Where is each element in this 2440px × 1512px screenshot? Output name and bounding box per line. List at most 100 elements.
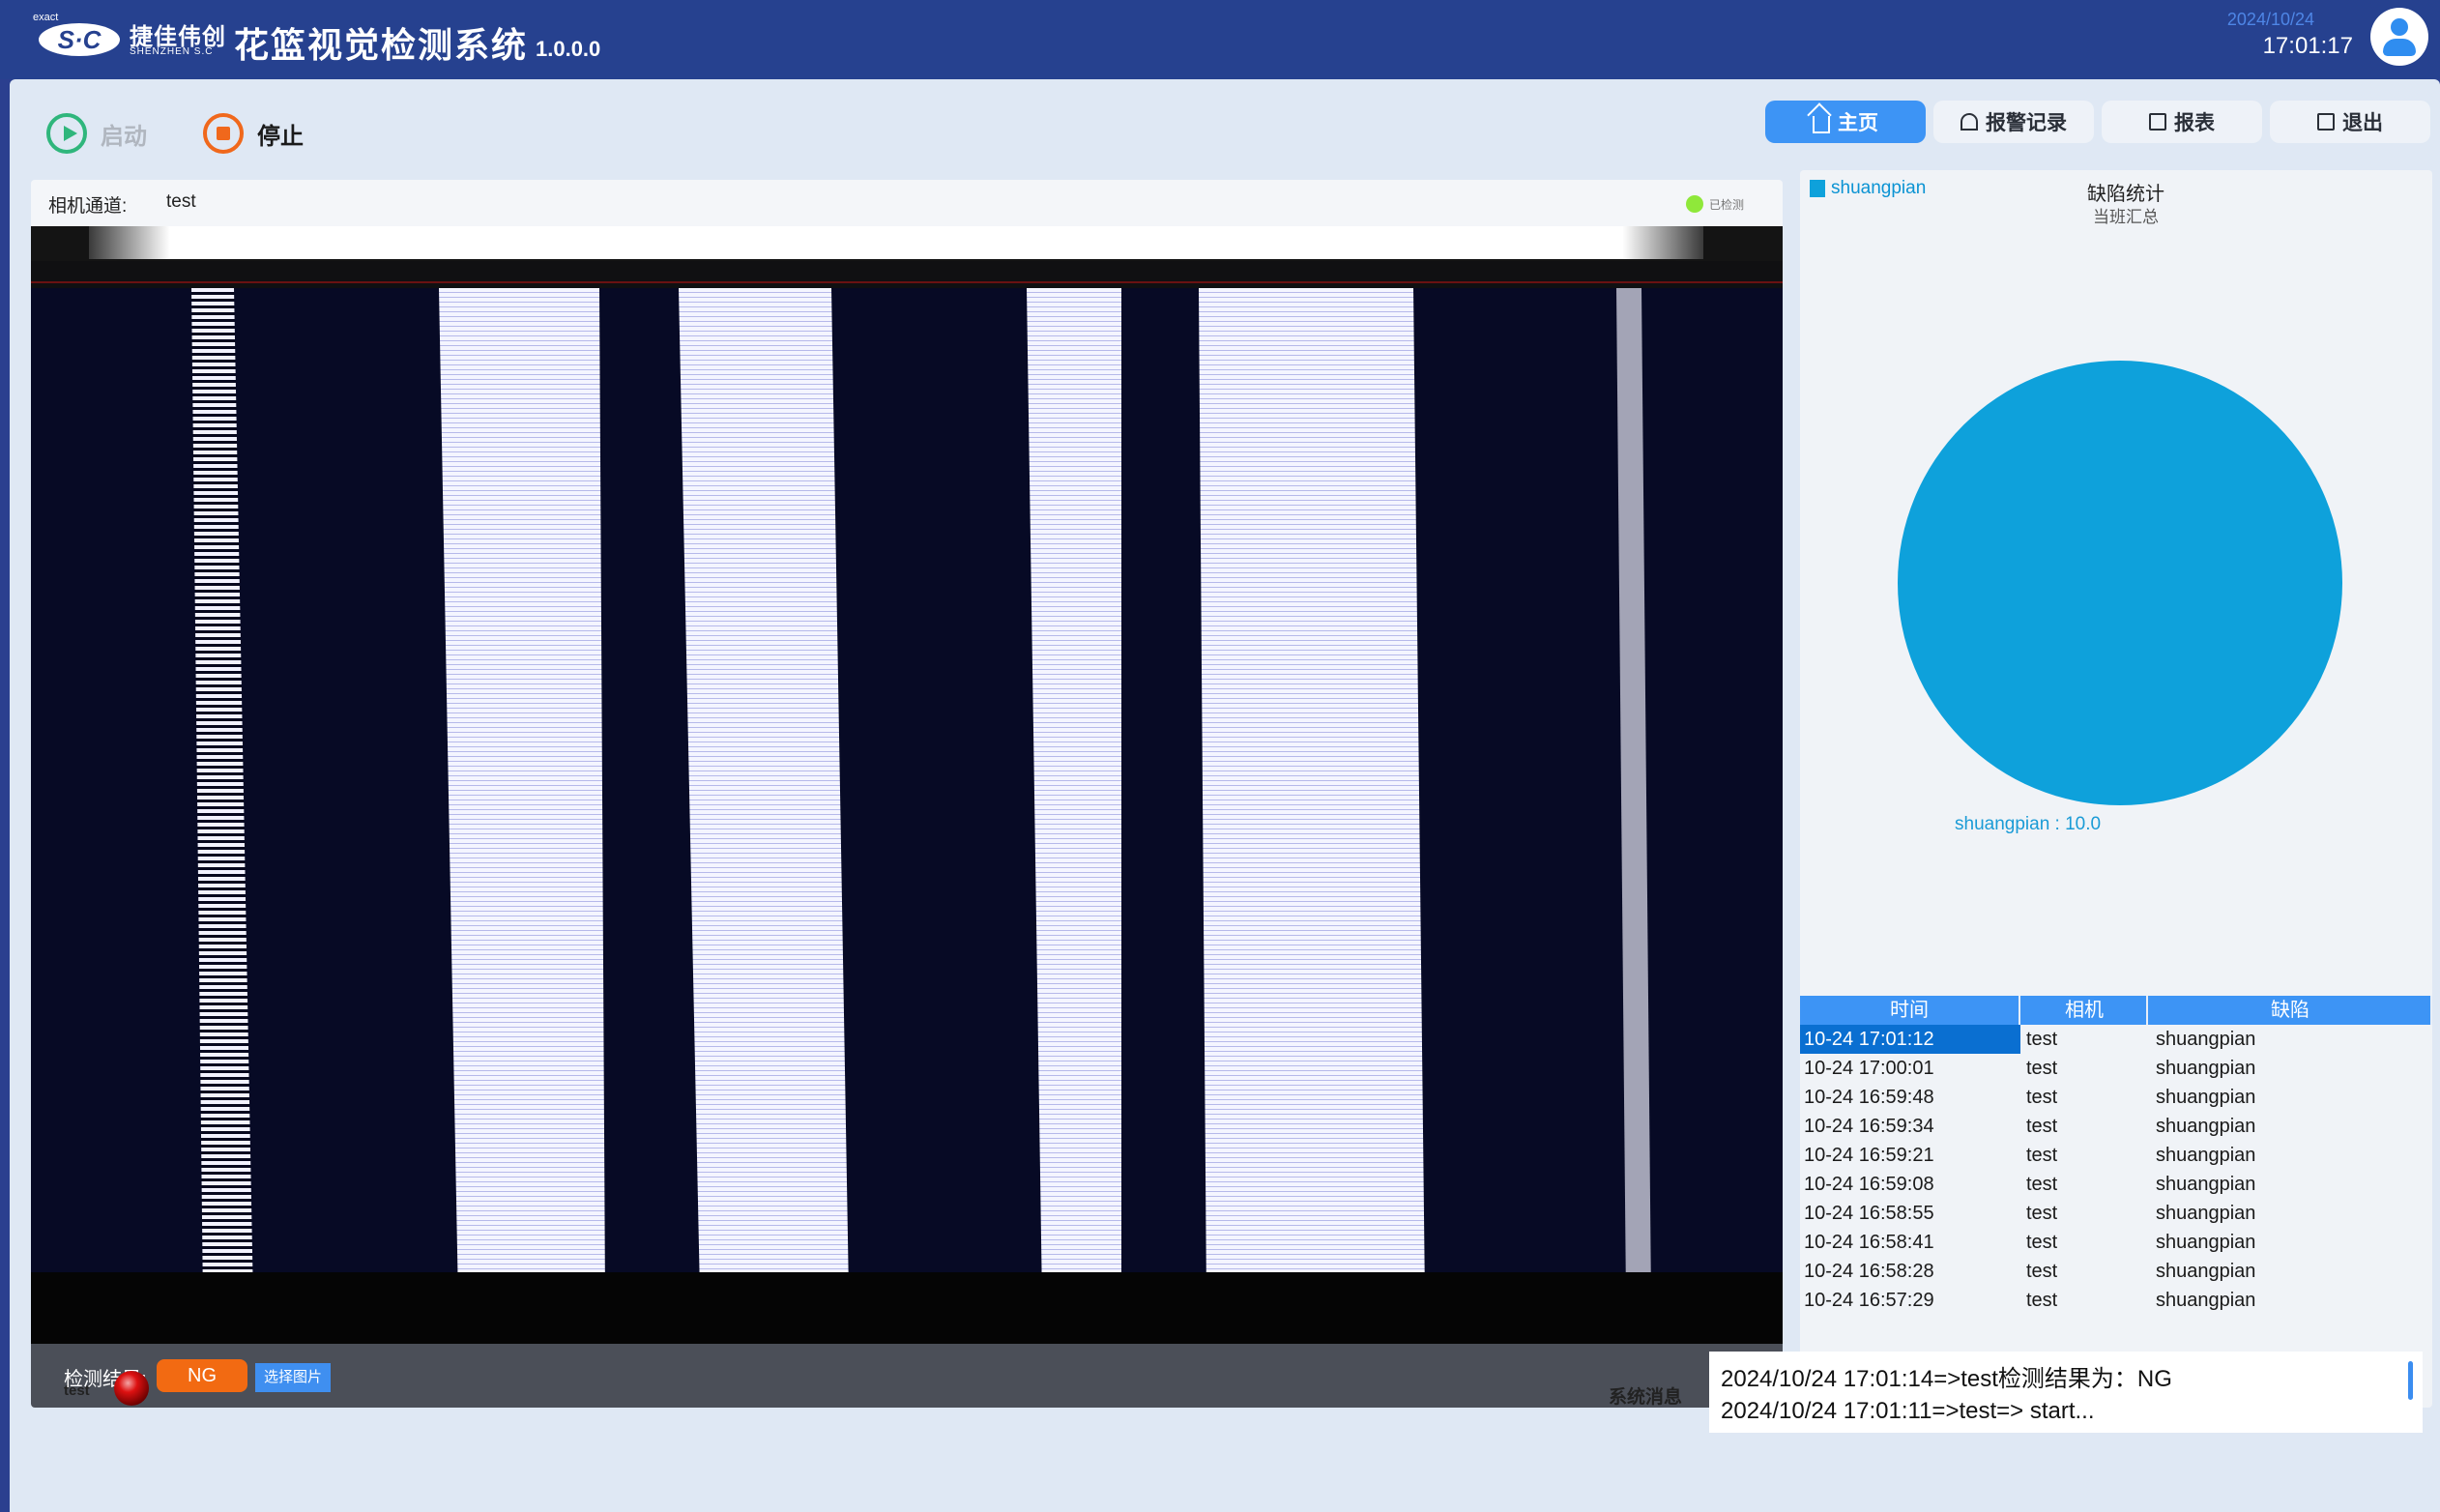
table-row[interactable]: 10-24 16:59:48 test shuangpian	[1800, 1083, 2432, 1112]
header-defect[interactable]: 缺陷	[2150, 996, 2432, 1025]
table-row[interactable]: 10-24 16:59:21 test shuangpian	[1800, 1141, 2432, 1170]
cell-defect: shuangpian	[2156, 1290, 2256, 1311]
cell-defect: shuangpian	[2156, 1029, 2256, 1050]
cell-camera: test	[2026, 1058, 2058, 1079]
exit-icon	[2317, 113, 2335, 131]
main-panel: 启动 停止 主页 报警记录 报表 退出 相机通道: test 已检测 检测结果:…	[10, 79, 2440, 1512]
cell-defect: shuangpian	[2156, 1087, 2256, 1108]
cell-time: 10-24 16:58:28	[1804, 1261, 1934, 1282]
table-row[interactable]: 10-24 16:58:55 test shuangpian	[1800, 1199, 2432, 1228]
system-message-log[interactable]: 2024/10/24 17:01:14=>test检测结果为：NG 2024/1…	[1709, 1352, 2423, 1433]
cell-time: 10-24 16:59:48	[1804, 1087, 1934, 1108]
pie-slice-label: shuangpian : 10.0	[1955, 814, 2102, 834]
result-badge: NG	[157, 1359, 247, 1392]
cell-time: 10-24 17:00:01	[1804, 1058, 1934, 1079]
camera-header: 相机通道: test 已检测	[31, 180, 1783, 222]
table-row[interactable]: 10-24 17:00:01 test shuangpian	[1800, 1054, 2432, 1083]
nav-home-button[interactable]: 主页	[1765, 101, 1926, 143]
nav-alarms-button[interactable]: 报警记录	[1933, 101, 2094, 143]
cell-defect: shuangpian	[2156, 1116, 2256, 1137]
camera-image[interactable]	[31, 226, 1783, 1344]
defect-stats-panel: shuangpian 缺陷统计 当班汇总 shuangpian : 10.0 时…	[1800, 170, 2432, 1408]
stop-icon	[203, 113, 244, 154]
cell-defect: shuangpian	[2156, 1058, 2256, 1079]
app-title: 花篮视觉检测系统	[234, 25, 529, 65]
camera-channel-name: test	[166, 191, 196, 212]
cell-camera: test	[2026, 1029, 2058, 1050]
message-log-scrollbar[interactable]	[2408, 1361, 2413, 1400]
logo-company-name-en: SHENZHEN S.C	[130, 46, 214, 57]
cell-camera: test	[2026, 1116, 2058, 1137]
cell-time: 10-24 17:01:12	[1800, 1025, 2020, 1054]
table-row[interactable]: 10-24 16:58:28 test shuangpian	[1800, 1257, 2432, 1286]
legend-swatch[interactable]	[1810, 180, 1825, 197]
legend-label[interactable]: shuangpian	[1831, 178, 1926, 199]
logo-badge: S·C	[39, 23, 120, 56]
cell-camera: test	[2026, 1203, 2058, 1224]
pie-slice-shuangpian[interactable]	[1898, 361, 2342, 805]
user-icon-body	[2383, 39, 2416, 56]
system-message-line: 2024/10/24 17:01:11=>test=> start...	[1721, 1398, 2095, 1424]
cell-camera: test	[2026, 1145, 2058, 1166]
cell-camera: test	[2026, 1261, 2058, 1282]
choose-image-button[interactable]: 选择图片	[255, 1363, 331, 1392]
stop-button-label: 停止	[257, 123, 304, 150]
title-bar: exact S·C 捷佳伟创 SHENZHEN S.C 花篮视觉检测系统 1.0…	[0, 0, 2440, 79]
camera-image-canvas	[31, 226, 1783, 1344]
cell-time: 10-24 16:57:29	[1804, 1290, 1934, 1311]
table-header: 时间 相机 缺陷	[1800, 996, 2432, 1025]
bottom-camera-name: test	[64, 1382, 90, 1399]
cell-defect: shuangpian	[2156, 1261, 2256, 1282]
table-row[interactable]: 10-24 17:01:12 test shuangpian	[1800, 1025, 2432, 1054]
table-row[interactable]: 10-24 16:59:34 test shuangpian	[1800, 1112, 2432, 1141]
nav-home-label: 主页	[1838, 112, 1878, 134]
header-camera[interactable]: 相机	[2022, 996, 2148, 1025]
nav-exit-label: 退出	[2342, 112, 2383, 134]
header-date: 2024/10/24	[2226, 10, 2314, 29]
cell-time: 10-24 16:59:34	[1804, 1116, 1934, 1137]
system-message-line: 2024/10/24 17:01:14=>test检测结果为：NG	[1721, 1366, 2172, 1392]
cell-camera: test	[2026, 1290, 2058, 1311]
camera-panel: 相机通道: test 已检测 检测结果: NG 选择图片	[31, 180, 1783, 1408]
cell-camera: test	[2026, 1174, 2058, 1195]
nav-alarms-label: 报警记录	[1986, 112, 2067, 134]
company-logo: exact S·C 捷佳伟创 SHENZHEN S.C	[33, 12, 226, 62]
cell-time: 10-24 16:59:21	[1804, 1145, 1934, 1166]
camera-footer: 检测结果: NG 选择图片	[31, 1344, 1783, 1408]
chart-subtitle: 当班汇总	[2093, 208, 2159, 226]
cell-defect: shuangpian	[2156, 1203, 2256, 1224]
cell-time: 10-24 16:59:08	[1804, 1174, 1934, 1195]
cell-camera: test	[2026, 1087, 2058, 1108]
cell-time: 10-24 16:58:55	[1804, 1203, 1934, 1224]
camera-channel-label: 相机通道:	[48, 196, 128, 217]
logo-exact-text: exact	[33, 12, 59, 23]
system-message-label: 系统消息	[1609, 1387, 1683, 1408]
start-button[interactable]: 启动	[46, 108, 147, 159]
nav-report-label: 报表	[2174, 112, 2215, 134]
user-avatar-button[interactable]	[2370, 8, 2428, 66]
home-icon	[1813, 116, 1830, 133]
alarm-icon	[1961, 113, 1978, 131]
defect-pie-chart	[1898, 361, 2342, 805]
user-icon	[2391, 18, 2408, 36]
app-version: 1.0.0.0	[536, 37, 601, 61]
header-time[interactable]: 时间	[1800, 996, 2020, 1025]
stop-button[interactable]: 停止	[203, 108, 304, 159]
table-row[interactable]: 10-24 16:57:29 test shuangpian	[1800, 1286, 2432, 1315]
camera-status-light-icon	[114, 1371, 149, 1406]
table-row[interactable]: 10-24 16:58:41 test shuangpian	[1800, 1228, 2432, 1257]
cell-defect: shuangpian	[2156, 1232, 2256, 1253]
table-row[interactable]: 10-24 16:59:08 test shuangpian	[1800, 1170, 2432, 1199]
cell-defect: shuangpian	[2156, 1145, 2256, 1166]
cell-camera: test	[2026, 1232, 2058, 1253]
status-indicator-label: 已检测	[1709, 198, 1745, 212]
nav-exit-button[interactable]: 退出	[2270, 101, 2430, 143]
play-icon	[46, 113, 87, 154]
chart-title: 缺陷统计	[2087, 184, 2164, 205]
start-button-label: 启动	[101, 123, 147, 150]
cell-time: 10-24 16:58:41	[1804, 1232, 1934, 1253]
status-indicator-icon	[1686, 195, 1703, 213]
header-time: 17:01:17	[2262, 33, 2353, 59]
nav-report-button[interactable]: 报表	[2102, 101, 2262, 143]
cell-defect: shuangpian	[2156, 1174, 2256, 1195]
